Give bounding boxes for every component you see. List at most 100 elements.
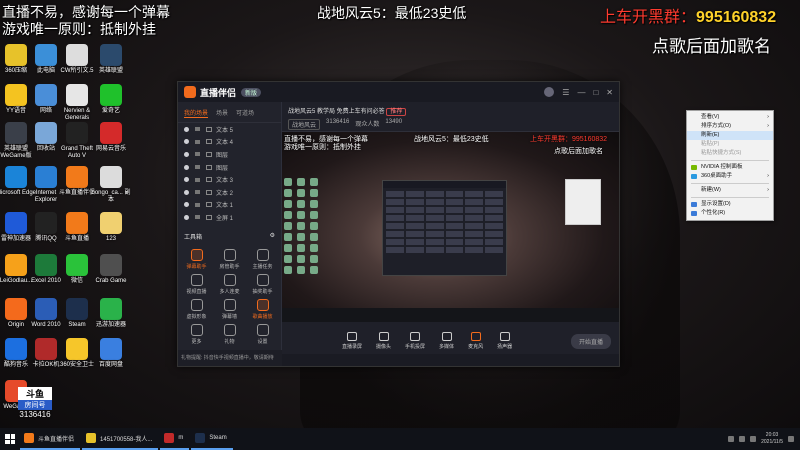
avatar[interactable]: [544, 87, 555, 97]
preview-nested-cell: [445, 215, 464, 221]
desktop-icon[interactable]: 百度网盘: [89, 338, 133, 369]
control-button[interactable]: 摄像头: [376, 332, 391, 350]
tool-button[interactable]: 设置: [246, 323, 279, 345]
menu-item[interactable]: 排序方式(O) ›: [687, 122, 773, 131]
tool-button[interactable]: 虚拟形象: [180, 298, 213, 320]
taskbar-item[interactable]: m: [160, 428, 190, 450]
start-live-button[interactable]: 开始直播: [570, 333, 611, 349]
control-button[interactable]: 麦克风: [468, 332, 483, 350]
desktop-icon-label: bongo_ca... 副本: [91, 190, 131, 203]
eye-icon[interactable]: [184, 151, 189, 157]
eye-icon[interactable]: [184, 164, 189, 170]
menu-item[interactable]: 360桌面助手 ›: [687, 172, 773, 181]
clock[interactable]: 20:03 2021/11/5: [761, 432, 783, 446]
scene-row[interactable]: 图层: [178, 148, 281, 161]
tool-button[interactable]: 歌曲播放: [246, 298, 279, 320]
tray-volume-icon[interactable]: [739, 436, 746, 442]
preview-nested-cell: [485, 191, 503, 197]
tool-button[interactable]: 礼物: [213, 323, 246, 345]
control-icon: [499, 332, 510, 341]
notification-icon[interactable]: [788, 436, 794, 442]
lock-icon[interactable]: [195, 215, 200, 220]
taskbar-item[interactable]: Steam: [191, 428, 233, 450]
tray-input-icon[interactable]: [750, 436, 757, 442]
taskbar-item[interactable]: 1451700558-我人...: [82, 428, 159, 450]
desktop-icon[interactable]: bongo_ca... 副本: [89, 166, 133, 204]
desktop-icon[interactable]: 123: [89, 212, 133, 243]
desktop-icon[interactable]: 英雄联盟: [89, 44, 133, 75]
control-button[interactable]: 直播录屏: [342, 332, 362, 350]
menu-item[interactable]: 新建(W) ›: [687, 186, 773, 195]
tool-label: 多人连麦: [219, 288, 240, 295]
preview-icon: [310, 211, 318, 219]
scene-row[interactable]: 全屏 1: [178, 211, 281, 224]
menu-item[interactable]: 个性化(R): [687, 209, 773, 218]
lock-icon[interactable]: [195, 190, 200, 195]
room-info: 战地风云5 教学局 免费上车有问必答 推荐 战地风云 3136416 观众人数 …: [282, 102, 619, 132]
menu-icon[interactable]: ☰: [562, 88, 569, 97]
preview-context-menu: [565, 179, 601, 225]
scene-row[interactable]: 文本 2: [178, 186, 281, 199]
eye-icon[interactable]: [184, 214, 189, 220]
eye-icon[interactable]: [184, 202, 189, 208]
tray-network-icon[interactable]: [728, 436, 735, 442]
tool-button[interactable]: 弹幕墙: [213, 298, 246, 320]
control-button[interactable]: 扬声器: [497, 332, 512, 350]
app-titlebar[interactable]: 直播伴侣 新版 ☰ — □ ✕: [178, 82, 619, 102]
category-tag[interactable]: 战地风云: [288, 119, 321, 130]
scene-tab[interactable]: 我的场景: [184, 108, 209, 118]
scene-row[interactable]: 文本 4: [178, 136, 281, 149]
scene-row[interactable]: 文本 3: [178, 173, 281, 186]
preview-icon: [284, 233, 292, 241]
maximize-icon[interactable]: □: [593, 88, 598, 97]
lock-icon[interactable]: [195, 202, 200, 207]
menu-item[interactable]: NVIDIA 控制面板: [687, 163, 773, 172]
control-button[interactable]: 手机投屏: [405, 332, 425, 350]
eye-icon[interactable]: [184, 139, 189, 145]
eye-icon[interactable]: [184, 189, 189, 195]
scene-row[interactable]: 文本 1: [178, 199, 281, 212]
stream-preview[interactable]: 直播不易，感谢每一个弹幕 游戏唯一原则：抵制外挂 战地风云5：最低23史低 上车…: [282, 132, 619, 322]
minimize-icon[interactable]: —: [577, 88, 585, 97]
tools-header: 工具箱 ⚙: [178, 224, 281, 243]
tools-settings-icon[interactable]: ⚙: [270, 232, 275, 241]
lock-icon[interactable]: [195, 127, 200, 132]
tool-button[interactable]: 多人连麦: [213, 273, 246, 295]
control-button[interactable]: 多媒体: [439, 332, 454, 350]
preview-nested-grid: [383, 188, 506, 256]
menu-item[interactable]: 粘贴(P): [687, 140, 773, 149]
eye-icon[interactable]: [184, 177, 189, 183]
start-button[interactable]: [0, 428, 20, 450]
tool-button[interactable]: 主播任务: [246, 248, 279, 270]
desktop-icon[interactable]: 迅游加速器: [89, 298, 133, 329]
lock-icon[interactable]: [195, 139, 200, 144]
taskbar-app-icon: [86, 433, 97, 443]
close-icon[interactable]: ✕: [606, 88, 613, 97]
taskbar-item[interactable]: 斗鱼直播伴侣: [20, 428, 81, 450]
preview-icon: [297, 255, 305, 263]
desktop-icon[interactable]: Crab Game: [89, 254, 133, 285]
scene-row[interactable]: 图层: [178, 161, 281, 174]
scene-tab[interactable]: 可道场: [236, 108, 254, 118]
desktop-icon[interactable]: 网易云音乐: [89, 122, 133, 153]
tool-button[interactable]: 视频直播: [180, 273, 213, 295]
desktop-icon-label: 网易云音乐: [95, 146, 126, 152]
scene-row[interactable]: 文本 5: [178, 123, 281, 136]
scene-tab[interactable]: 场景: [216, 108, 228, 118]
eye-icon[interactable]: [184, 126, 189, 132]
menu-item[interactable]: 刷新(E): [687, 131, 773, 140]
lock-icon[interactable]: [195, 152, 200, 157]
tool-button[interactable]: 抽奖助手: [246, 273, 279, 295]
lock-icon[interactable]: [195, 165, 200, 170]
menu-item[interactable]: 查看(V) ›: [687, 113, 773, 122]
desktop-icon[interactable]: 爱奇艺: [89, 84, 133, 115]
room-title[interactable]: 战地风云5 教学局 免费上车有问必答: [288, 109, 385, 115]
lock-icon[interactable]: [195, 177, 200, 182]
tool-button[interactable]: 房管助手: [213, 248, 246, 270]
badge-room-number: 3136416: [19, 410, 51, 419]
tool-button[interactable]: 更多: [180, 323, 213, 345]
live-companion-window[interactable]: 直播伴侣 新版 ☰ — □ ✕ 我的场景 场景 可道场 文本 5 文本 4 图层 图层 文本…: [177, 81, 620, 367]
menu-item[interactable]: 显示设置(D): [687, 200, 773, 209]
tool-button[interactable]: 弹幕助手: [180, 248, 213, 270]
menu-item[interactable]: 粘贴快捷方式(S): [687, 149, 773, 158]
